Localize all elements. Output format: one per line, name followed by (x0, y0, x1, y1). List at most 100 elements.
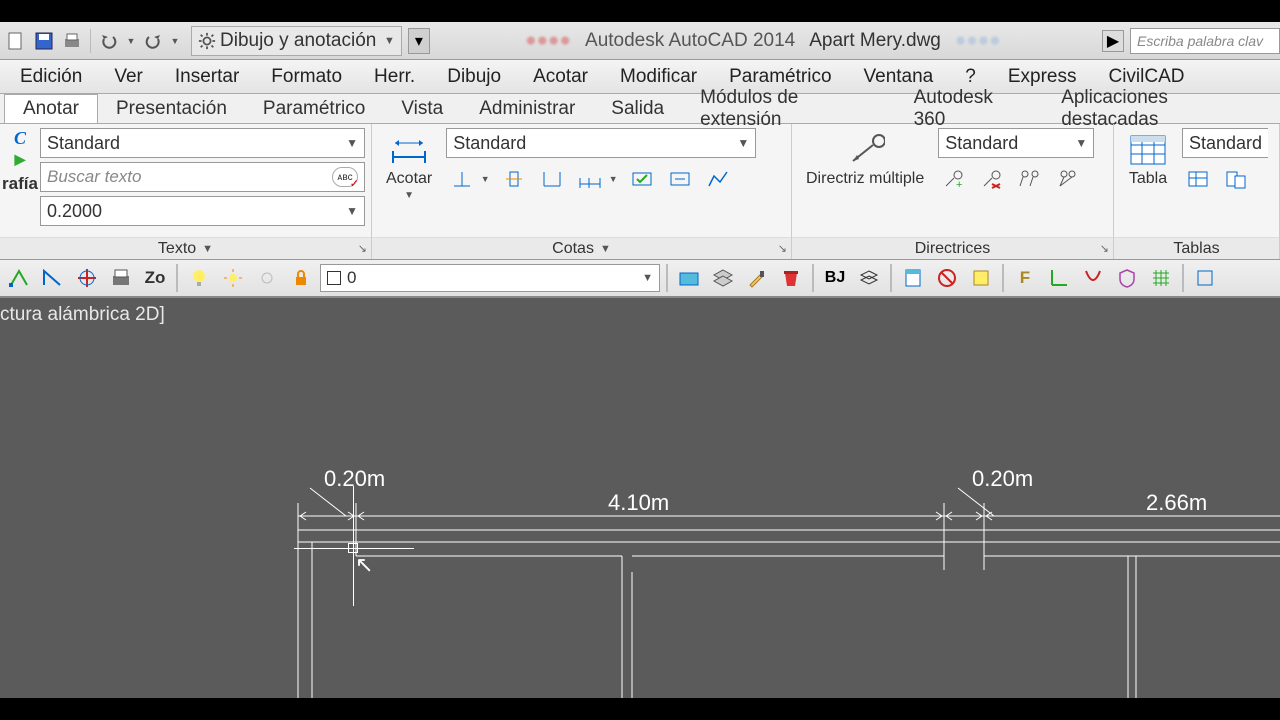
tb-last-icon[interactable] (1190, 263, 1220, 293)
tb-sun-icon[interactable] (218, 263, 248, 293)
menu-formato[interactable]: Formato (255, 60, 358, 93)
multileader-button[interactable]: Directriz múltiple (798, 128, 932, 192)
menu-herr[interactable]: Herr. (358, 60, 431, 93)
table-extract-icon[interactable] (1220, 164, 1252, 194)
tb-arc-icon[interactable] (1078, 263, 1108, 293)
tb-print-icon[interactable] (106, 263, 136, 293)
tb-zo-icon[interactable]: Zo (140, 263, 170, 293)
dim-check-icon[interactable] (626, 164, 658, 194)
tb-hatch-icon[interactable] (674, 263, 704, 293)
tb-f-icon[interactable]: F (1010, 263, 1040, 293)
tb-no-icon[interactable] (932, 263, 962, 293)
ribbon: C ▶ rafía Standard▼ Buscar texto ᴀʙᴄ 0.2… (0, 124, 1280, 260)
panel-title-cotas[interactable]: Cotas▼↘ (372, 237, 791, 259)
tb-bulb-icon[interactable] (184, 263, 214, 293)
find-text-placeholder: Buscar texto (47, 167, 142, 187)
panel-title-directrices[interactable]: Directrices↘ (792, 237, 1113, 259)
tb-stack-icon[interactable] (854, 263, 884, 293)
file-name: Apart Mery.dwg (809, 30, 941, 52)
menu-modificar[interactable]: Modificar (604, 60, 713, 93)
drawing-canvas[interactable]: ctura alámbrica 2D] (0, 298, 1280, 698)
dim-tool2-icon[interactable] (498, 164, 530, 194)
text-height-value: 0.2000 (47, 201, 102, 222)
tb-box-icon[interactable] (966, 263, 996, 293)
ortografia-label: rafía (2, 174, 38, 194)
tb-sheet-icon[interactable] (898, 263, 928, 293)
acotar-button[interactable]: Acotar ▼ (378, 128, 440, 205)
tab-presentacion[interactable]: Presentación (98, 94, 245, 123)
dim-continue-icon[interactable] (574, 164, 606, 194)
workspace-expand-icon[interactable]: ▾ (408, 28, 430, 54)
mleader-remove-icon[interactable] (976, 164, 1008, 194)
mleader-add-icon[interactable]: + (938, 164, 970, 194)
mleader-style-dropdown[interactable]: Standard▼ (938, 128, 1094, 158)
tb-icon-2[interactable] (38, 263, 68, 293)
dim-style-dropdown[interactable]: Standard▼ (446, 128, 756, 158)
dim-tool1-icon[interactable] (446, 164, 478, 194)
tb-trash-icon[interactable] (776, 263, 806, 293)
acotar-label: Acotar (386, 170, 432, 188)
menu-insertar[interactable]: Insertar (159, 60, 255, 93)
mleader-collect-icon[interactable] (1052, 164, 1084, 194)
tb-lock-icon[interactable] (286, 263, 316, 293)
workspace-dropdown[interactable]: Dibujo y anotación ▼ (191, 26, 402, 56)
multileader-label: Directriz múltiple (806, 170, 924, 188)
menu-acotar[interactable]: Acotar (517, 60, 604, 93)
qat-print-icon[interactable] (60, 29, 84, 53)
dim-style-value: Standard (453, 133, 526, 154)
play-icon: ▶ (15, 151, 26, 168)
title-blur: ●●●● (525, 30, 571, 52)
menu-edicion[interactable]: Edición (4, 60, 98, 93)
tb-axis-icon[interactable] (1044, 263, 1074, 293)
tab-anotar[interactable]: Anotar (4, 94, 98, 123)
dim-jog-icon[interactable] (702, 164, 734, 194)
tab-modulos[interactable]: Módulos de extensión (682, 94, 895, 123)
table-button[interactable]: Tabla (1120, 128, 1176, 192)
qat-undo-icon[interactable] (97, 29, 121, 53)
layer-dropdown[interactable]: 0 ▼ (320, 264, 660, 292)
tb-layers-icon[interactable] (708, 263, 738, 293)
text-style-value: Standard (47, 133, 120, 154)
tab-administrar[interactable]: Administrar (461, 94, 593, 123)
find-text-input[interactable]: Buscar texto ᴀʙᴄ (40, 162, 365, 192)
mleader-align-icon[interactable] (1014, 164, 1046, 194)
help-search-input[interactable]: Escriba palabra clav (1130, 28, 1280, 54)
tb-shield-icon[interactable] (1112, 263, 1142, 293)
dimension-linear-icon (389, 132, 429, 168)
panel-title-tablas[interactable]: Tablas (1114, 237, 1279, 259)
table-link-icon[interactable] (1182, 164, 1214, 194)
chevron-down-icon[interactable]: ▼ (606, 164, 620, 194)
panel-title-texto[interactable]: Texto▼↘ (0, 237, 371, 259)
table-style-dropdown[interactable]: Standard (1182, 128, 1268, 158)
text-style-c-icon: C (14, 128, 26, 149)
qat-redo-icon[interactable] (141, 29, 165, 53)
chevron-down-icon[interactable]: ▼ (478, 164, 492, 194)
chevron-down-icon[interactable]: ▼ (169, 29, 181, 53)
text-height-dropdown[interactable]: 0.2000▼ (40, 196, 365, 226)
spellcheck-icon[interactable]: ᴀʙᴄ (332, 167, 358, 187)
tab-parametrico[interactable]: Paramétrico (245, 94, 383, 123)
tab-aplicaciones[interactable]: Aplicaciones destacadas (1043, 94, 1280, 123)
menu-ver[interactable]: Ver (98, 60, 159, 93)
tb-icon-1[interactable] (4, 263, 34, 293)
dim-update-icon[interactable] (664, 164, 696, 194)
qat-save-icon[interactable] (32, 29, 56, 53)
dim-tool3-icon[interactable] (536, 164, 568, 194)
tab-salida[interactable]: Salida (593, 94, 682, 123)
tb-bj-icon[interactable]: BJ (820, 263, 850, 293)
table-icon (1128, 132, 1168, 168)
tb-freeze-icon[interactable] (252, 263, 282, 293)
svg-text:+: + (956, 179, 962, 190)
tb-grid-icon[interactable] (1146, 263, 1176, 293)
text-style-dropdown[interactable]: Standard▼ (40, 128, 365, 158)
tab-a360[interactable]: Autodesk 360 (896, 94, 1044, 123)
menu-dibujo[interactable]: Dibujo (431, 60, 517, 93)
dim-text-1: 0.20m (324, 466, 385, 491)
tab-vista[interactable]: Vista (383, 94, 461, 123)
title-nav-arrow-icon[interactable]: ▶ (1102, 30, 1124, 52)
search-placeholder: Escriba palabra clav (1137, 33, 1263, 49)
tb-icon-3[interactable] (72, 263, 102, 293)
tb-brush-icon[interactable] (742, 263, 772, 293)
qat-new-icon[interactable] (4, 29, 28, 53)
chevron-down-icon[interactable]: ▼ (125, 29, 137, 53)
